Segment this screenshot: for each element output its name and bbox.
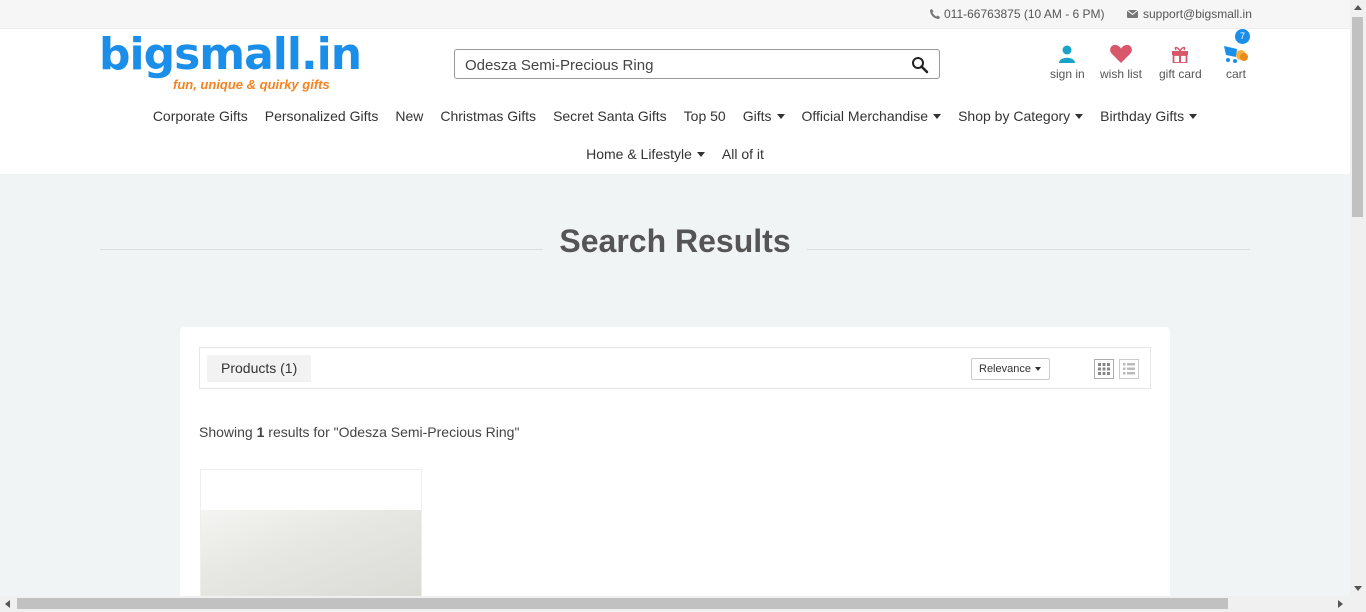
grid-icon [1098, 363, 1110, 375]
nav-shop-by-category[interactable]: Shop by Category [958, 108, 1084, 124]
contact-phone: 011-66763875 (10 AM - 6 PM) [930, 7, 1105, 21]
scroll-left-icon[interactable] [5, 600, 10, 608]
sort-value[interactable]: Relevance [979, 363, 1031, 375]
tab-products[interactable]: Products (1) [207, 355, 312, 382]
nav-official-merchandise[interactable]: Official Merchandise [802, 108, 942, 124]
heart-icon [1110, 44, 1132, 63]
wish-list-label[interactable]: wish list [1100, 67, 1142, 81]
nav-birthday-gifts-label[interactable]: Birthday Gifts [1100, 108, 1184, 124]
title-divider-right [797, 249, 1250, 250]
nav-gifts[interactable]: Gifts [743, 108, 785, 124]
nav-home-lifestyle[interactable]: Home & Lifestyle [586, 146, 705, 162]
nav-secret-santa-gifts[interactable]: Secret Santa Gifts [553, 108, 667, 124]
gift-card-label[interactable]: gift card [1159, 67, 1202, 81]
nav-personalized-gifts[interactable]: Personalized Gifts [265, 108, 379, 124]
phone-text: 011-66763875 (10 AM - 6 PM) [944, 7, 1105, 21]
list-icon [1123, 363, 1135, 375]
results-summary-prefix: Showing [199, 424, 257, 440]
caret-down-icon [1034, 367, 1041, 372]
results-toolbar: Products (1) Relevance [199, 347, 1151, 389]
horizontal-scrollbar[interactable] [0, 596, 1366, 612]
caret-down-icon [933, 113, 942, 119]
site-logo[interactable]: bigsmall.in fun, unique & quirky gifts [99, 33, 362, 95]
nav-top-50[interactable]: Top 50 [684, 108, 726, 124]
cart-label[interactable]: cart [1226, 67, 1246, 81]
scroll-up-icon[interactable] [1354, 5, 1362, 10]
nav-new[interactable]: New [395, 108, 423, 124]
vertical-scroll-thumb[interactable] [1352, 17, 1363, 217]
page-title: Search Results [543, 222, 807, 260]
nav-shop-by-category-label[interactable]: Shop by Category [958, 108, 1070, 124]
envelope-icon [1127, 10, 1138, 18]
email-text[interactable]: support@bigsmall.in [1143, 7, 1252, 21]
product-card[interactable] [200, 469, 422, 612]
nav-corporate-gifts[interactable]: Corporate Gifts [153, 108, 248, 124]
search-icon[interactable] [911, 56, 929, 74]
nav-row-2: Home & Lifestyle All of it [0, 146, 1350, 162]
contact-email[interactable]: support@bigsmall.in [1127, 7, 1252, 21]
gift-icon [1172, 46, 1189, 63]
user-icon [1059, 45, 1076, 63]
horizontal-scroll-thumb[interactable] [17, 598, 1228, 609]
nav-row-1: Corporate Gifts Personalized Gifts New C… [0, 108, 1350, 124]
results-summary-suffix: results for "Odesza Semi-Precious Ring" [264, 424, 520, 440]
gift-card-button[interactable]: gift card [1159, 43, 1202, 81]
caret-down-icon [776, 113, 785, 119]
page-title-section: Search Results [0, 222, 1350, 260]
cart-icon [1224, 46, 1248, 63]
cart-button[interactable]: 7 cart [1223, 29, 1250, 81]
phone-icon [930, 9, 940, 19]
wish-list-button[interactable]: wish list [1100, 43, 1142, 81]
sign-in-label[interactable]: sign in [1050, 67, 1085, 81]
nav-all-of-it[interactable]: All of it [722, 146, 764, 162]
caret-down-icon [1189, 113, 1198, 119]
title-divider-left [100, 249, 553, 250]
list-view-button[interactable] [1119, 359, 1139, 379]
scroll-down-icon[interactable] [1354, 586, 1362, 591]
cart-count-badge: 7 [1235, 29, 1250, 44]
search-box[interactable] [454, 49, 940, 79]
results-summary: Showing 1 results for "Odesza Semi-Preci… [199, 424, 519, 440]
nav-christmas-gifts[interactable]: Christmas Gifts [440, 108, 536, 124]
site-header: bigsmall.in fun, unique & quirky gifts s… [0, 29, 1350, 174]
vertical-scrollbar[interactable] [1350, 0, 1366, 596]
grid-view-button[interactable] [1094, 359, 1114, 379]
sign-in-button[interactable]: sign in [1050, 43, 1085, 81]
logo-wordmark[interactable]: bigsmall.in [99, 33, 362, 77]
nav-official-merchandise-label[interactable]: Official Merchandise [802, 108, 929, 124]
nav-gifts-label[interactable]: Gifts [743, 108, 772, 124]
top-bar: 011-66763875 (10 AM - 6 PM) support@bigs… [0, 0, 1350, 29]
caret-down-icon [696, 151, 705, 157]
logo-tagline: fun, unique & quirky gifts [173, 77, 330, 92]
caret-down-icon [1075, 113, 1084, 119]
nav-home-lifestyle-label[interactable]: Home & Lifestyle [586, 146, 692, 162]
search-input[interactable] [465, 55, 895, 75]
scroll-right-icon[interactable] [1338, 600, 1343, 608]
nav-birthday-gifts[interactable]: Birthday Gifts [1100, 108, 1198, 124]
results-panel: Products (1) Relevance Showing 1 results… [180, 327, 1170, 612]
sort-dropdown[interactable]: Relevance [971, 358, 1050, 380]
